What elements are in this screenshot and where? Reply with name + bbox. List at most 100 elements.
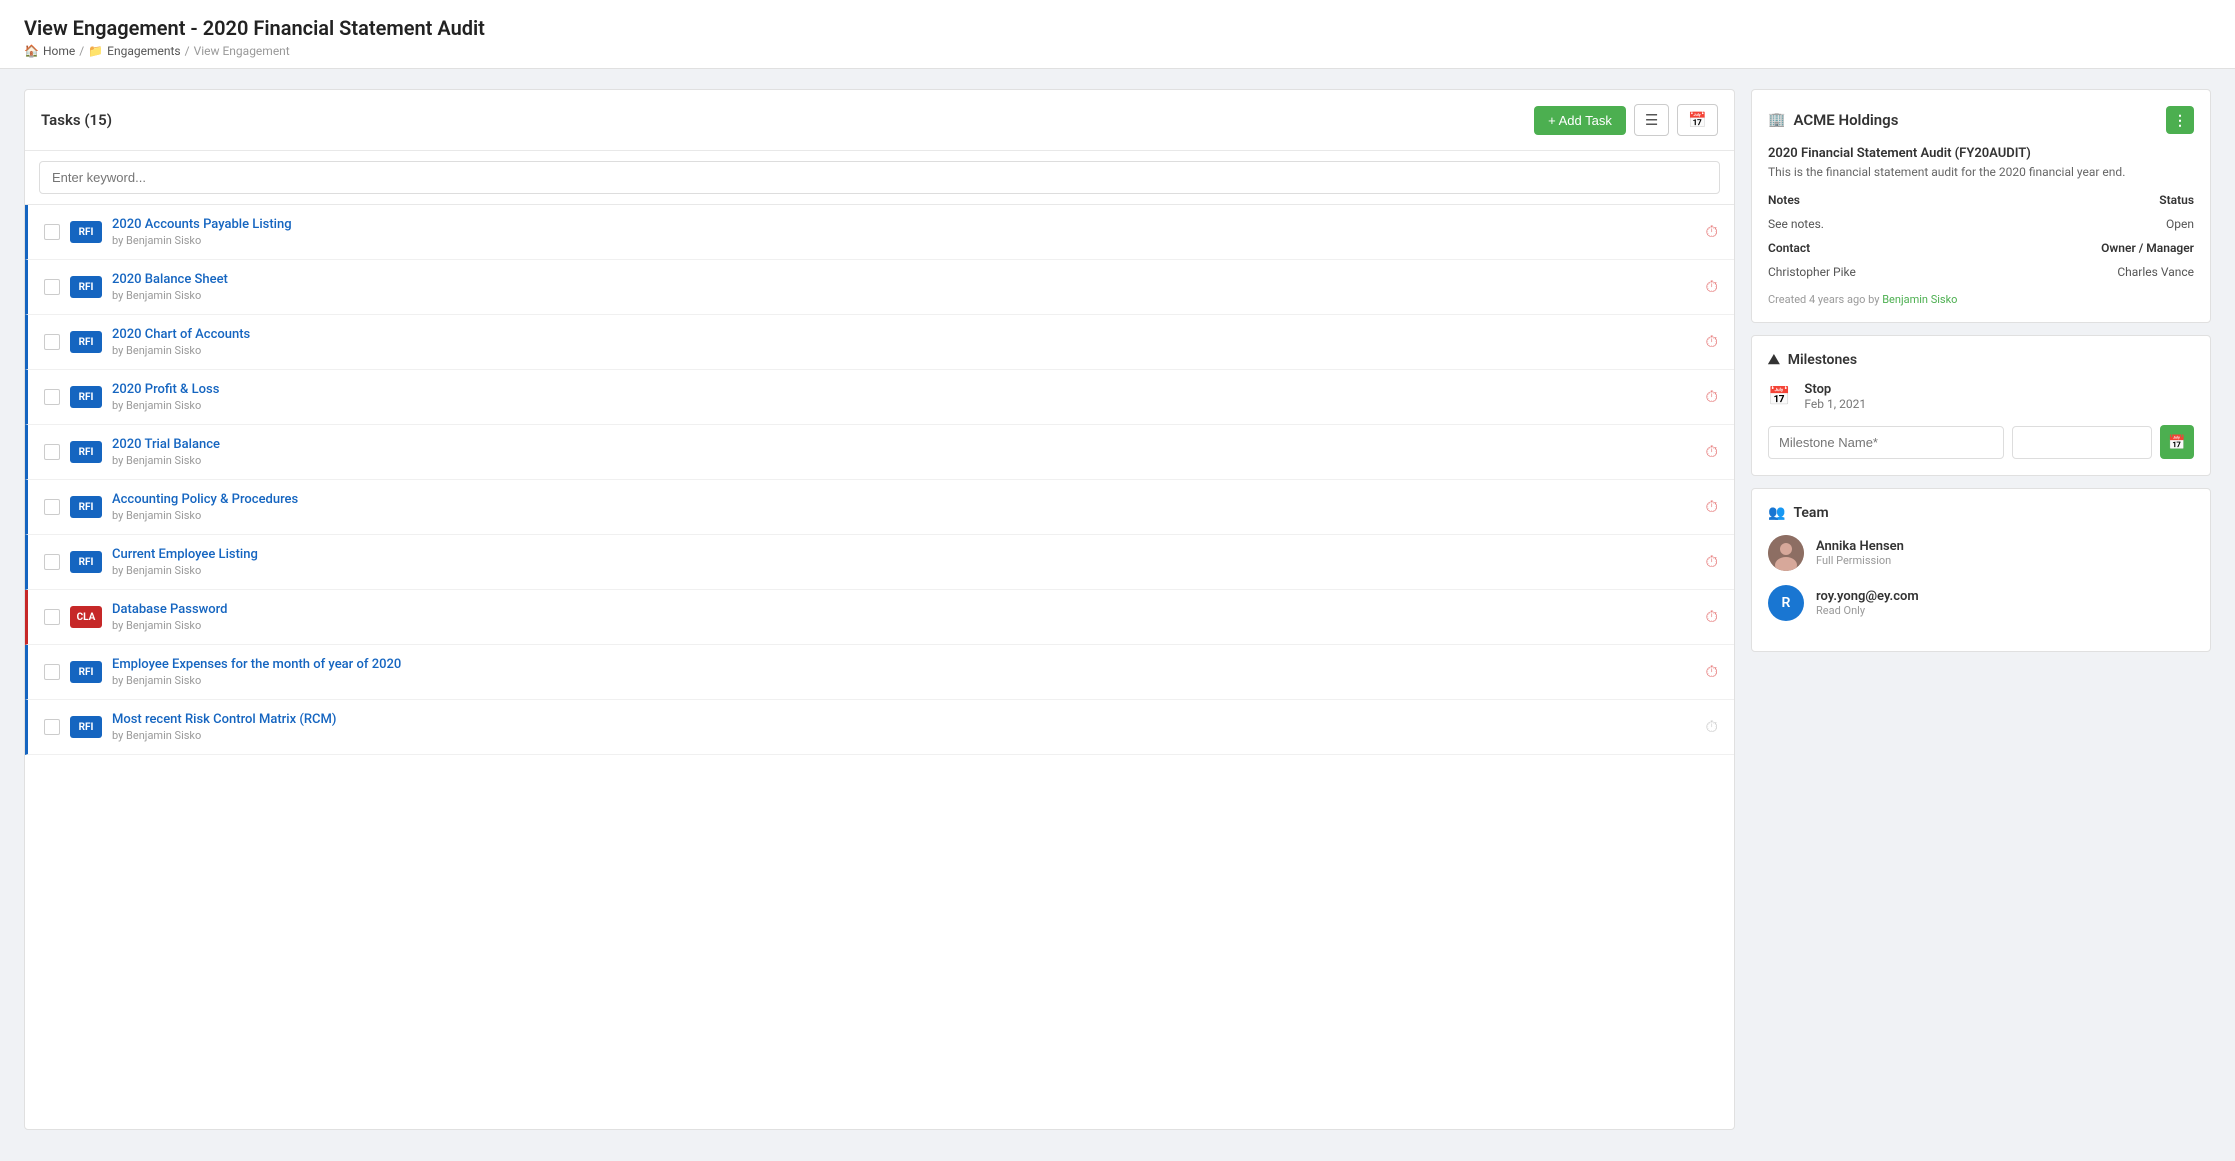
task-checkbox[interactable] <box>44 664 60 680</box>
member-2-info: roy.yong@ey.com Read Only <box>1816 589 1919 617</box>
page-title: View Engagement - 2020 Financial Stateme… <box>24 16 2211 40</box>
created-by-link[interactable]: Benjamin Sisko <box>1882 293 1957 306</box>
breadcrumb: 🏠 Home / 📁 Engagements / View Engagement <box>24 44 2211 58</box>
mountain-icon: ⛰ <box>1768 352 1780 368</box>
task-clock-icon: ⏱ <box>1706 277 1718 297</box>
task-author: by Benjamin Sisko <box>112 234 1696 247</box>
engagement-details: Notes Status See notes. Open Contact Own… <box>1768 193 2194 279</box>
task-name[interactable]: Database Password <box>112 602 1696 617</box>
task-info: Accounting Policy & Procedures by Benjam… <box>112 492 1696 522</box>
task-checkbox[interactable] <box>44 554 60 570</box>
add-task-button[interactable]: + Add Task <box>1534 106 1626 135</box>
company-name: 🏢 ACME Holdings <box>1768 111 1898 129</box>
milestone-date-input[interactable]: 2021-02-28 <box>2012 426 2152 459</box>
engagement-menu-button[interactable]: ⋮ <box>2166 106 2194 134</box>
milestone-add-button[interactable]: 📅 <box>2160 425 2194 459</box>
task-info: Database Password by Benjamin Sisko <box>112 602 1696 632</box>
tasks-title: Tasks (15) <box>41 111 112 129</box>
task-name[interactable]: Accounting Policy & Procedures <box>112 492 1696 507</box>
search-input[interactable] <box>39 161 1720 194</box>
task-checkbox[interactable] <box>44 334 60 350</box>
task-author: by Benjamin Sisko <box>112 729 1696 742</box>
team-member-2: R roy.yong@ey.com Read Only <box>1768 585 2194 621</box>
task-checkbox[interactable] <box>44 719 60 735</box>
milestone-date: Feb 1, 2021 <box>1804 397 1866 411</box>
list-view-button[interactable]: ☰ <box>1634 104 1669 136</box>
task-name[interactable]: Most recent Risk Control Matrix (RCM) <box>112 712 1696 727</box>
engagement-description: This is the financial statement audit fo… <box>1768 165 2194 179</box>
task-name[interactable]: 2020 Accounts Payable Listing <box>112 217 1696 232</box>
task-checkbox[interactable] <box>44 444 60 460</box>
task-name[interactable]: 2020 Profit & Loss <box>112 382 1696 397</box>
task-badge: RFI <box>70 386 102 408</box>
task-item: RFI Most recent Risk Control Matrix (RCM… <box>25 700 1734 755</box>
task-name[interactable]: 2020 Chart of Accounts <box>112 327 1696 342</box>
calendar-view-button[interactable]: 📅 <box>1677 104 1718 136</box>
users-icon: 👥 <box>1768 505 1785 521</box>
task-clock-icon: ⏱ <box>1706 662 1718 682</box>
member-1-name: Annika Hensen <box>1816 539 1904 554</box>
contact-label: Contact <box>1768 241 1981 255</box>
breadcrumb-home[interactable]: Home <box>43 44 75 58</box>
right-panel: 🏢 ACME Holdings ⋮ 2020 Financial Stateme… <box>1751 89 2211 1130</box>
task-clock-icon: ⏱ <box>1706 607 1718 627</box>
task-info: 2020 Chart of Accounts by Benjamin Sisko <box>112 327 1696 357</box>
task-item: CLA Database Password by Benjamin Sisko … <box>25 590 1734 645</box>
milestone-form: 2021-02-28 📅 <box>1768 425 2194 459</box>
milestone-item: 📅 Stop Feb 1, 2021 <box>1768 382 2194 411</box>
task-badge: RFI <box>70 551 102 573</box>
task-clock-icon: ⏱ <box>1706 497 1718 517</box>
team-title: 👥 Team <box>1768 505 2194 521</box>
contact-value: Christopher Pike <box>1768 265 1981 279</box>
tasks-header: Tasks (15) + Add Task ☰ 📅 <box>25 90 1734 151</box>
engagement-title: 2020 Financial Statement Audit (FY20AUDI… <box>1768 146 2194 161</box>
task-checkbox[interactable] <box>44 389 60 405</box>
status-value: Open <box>1981 217 2194 231</box>
task-info: 2020 Profit & Loss by Benjamin Sisko <box>112 382 1696 412</box>
task-item: RFI 2020 Profit & Loss by Benjamin Sisko… <box>25 370 1734 425</box>
task-name[interactable]: 2020 Balance Sheet <box>112 272 1696 287</box>
task-info: Most recent Risk Control Matrix (RCM) by… <box>112 712 1696 742</box>
task-badge: RFI <box>70 441 102 463</box>
team-member-1: Annika Hensen Full Permission <box>1768 535 2194 571</box>
milestones-title: ⛰ Milestones <box>1768 352 2194 368</box>
task-item: RFI Current Employee Listing by Benjamin… <box>25 535 1734 590</box>
task-clock-icon: ⏱ <box>1706 442 1718 462</box>
task-clock-icon: ⏱ <box>1706 552 1718 572</box>
task-author: by Benjamin Sisko <box>112 399 1696 412</box>
building-icon: 🏢 <box>1768 112 1785 128</box>
member-1-info: Annika Hensen Full Permission <box>1816 539 1904 567</box>
task-checkbox[interactable] <box>44 499 60 515</box>
task-badge: RFI <box>70 661 102 683</box>
task-name[interactable]: Current Employee Listing <box>112 547 1696 562</box>
milestones-card: ⛰ Milestones 📅 Stop Feb 1, 2021 2021-02-… <box>1751 335 2211 476</box>
task-badge: RFI <box>70 331 102 353</box>
task-author: by Benjamin Sisko <box>112 454 1696 467</box>
task-list: RFI 2020 Accounts Payable Listing by Ben… <box>25 205 1734 755</box>
member-2-name: roy.yong@ey.com <box>1816 589 1919 604</box>
task-checkbox[interactable] <box>44 279 60 295</box>
task-checkbox[interactable] <box>44 224 60 240</box>
task-name[interactable]: Employee Expenses for the month of year … <box>112 657 1696 672</box>
task-checkbox[interactable] <box>44 609 60 625</box>
task-badge: RFI <box>70 716 102 738</box>
task-item: RFI 2020 Balance Sheet by Benjamin Sisko… <box>25 260 1734 315</box>
member-2-role: Read Only <box>1816 604 1919 617</box>
breadcrumb-current: View Engagement <box>194 44 290 58</box>
owner-label: Owner / Manager <box>1981 241 2194 255</box>
task-clock-icon: ⏱ <box>1706 332 1718 352</box>
milestone-name-input[interactable] <box>1768 426 2004 459</box>
task-item: RFI 2020 Accounts Payable Listing by Ben… <box>25 205 1734 260</box>
breadcrumb-engagements[interactable]: Engagements <box>107 44 180 58</box>
task-clock-icon: ⏱ <box>1706 387 1718 407</box>
task-author: by Benjamin Sisko <box>112 289 1696 302</box>
task-info: 2020 Trial Balance by Benjamin Sisko <box>112 437 1696 467</box>
task-badge: RFI <box>70 496 102 518</box>
notes-label: Notes <box>1768 193 1981 207</box>
task-name[interactable]: 2020 Trial Balance <box>112 437 1696 452</box>
task-item: RFI 2020 Chart of Accounts by Benjamin S… <box>25 315 1734 370</box>
task-author: by Benjamin Sisko <box>112 509 1696 522</box>
task-badge: RFI <box>70 221 102 243</box>
task-badge: RFI <box>70 276 102 298</box>
team-card: 👥 Team Annika Hensen Full Permission R <box>1751 488 2211 652</box>
